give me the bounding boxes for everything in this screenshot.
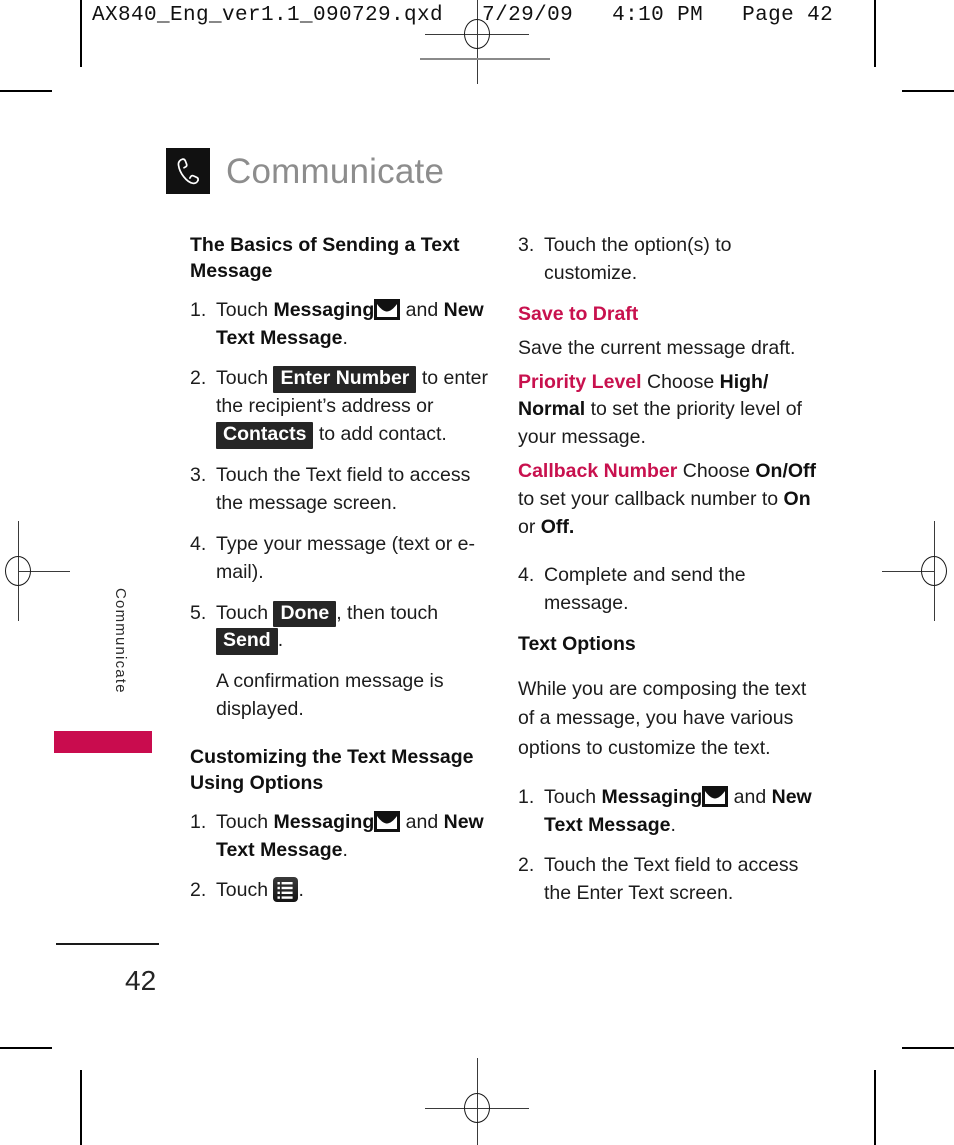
list-item-step-2: 2. Touch Enter Number to enter the recipi… [190, 365, 490, 449]
folio-rule [56, 943, 159, 945]
step-text-b: and [400, 298, 444, 321]
list-item-option-step-2: 2. Touch . [190, 877, 490, 905]
option-priority-level: Priority Level Choose High/ Normal to se… [518, 369, 818, 453]
list-item-step-3: 3. Touch the Text field to access the mes… [190, 462, 490, 518]
step-text-b: and [400, 810, 444, 833]
list-item-option-step-1: 1. Touch Messaging and New Text Message. [518, 784, 818, 840]
text-options-intro: While you are composing the text of a me… [518, 677, 807, 760]
crop-mark-bottom-right [902, 1047, 954, 1049]
side-tab-label: Communicate [112, 588, 129, 694]
step-text-b: , then touch [336, 601, 439, 624]
list-item-option-step-1: 1. Touch Messaging and New Text Message. [190, 809, 490, 865]
option-label-priority-level: Priority Level [518, 370, 642, 393]
step-text-a: Touch [216, 601, 274, 624]
step-text-c: . [277, 629, 284, 652]
left-column: The Basics of Sending a Text Message 1. T… [190, 232, 490, 918]
crop-mark-top-right [902, 90, 954, 92]
step-text-c: . [670, 813, 676, 836]
step-number: 3. [190, 464, 207, 486]
step-bold-messaging: Messaging [273, 298, 375, 321]
chip-enter-number[interactable]: Enter Number [273, 366, 417, 393]
registration-mark-left [0, 521, 70, 621]
option-text-a: Choose [641, 370, 720, 393]
step-number: 5. [190, 601, 207, 624]
step-number: 3. [518, 234, 535, 256]
option-text-a: Choose [677, 460, 756, 483]
chapter-title: Communicate [226, 151, 445, 191]
step-text-c: . [342, 838, 348, 861]
step-number: 1. [190, 298, 207, 321]
heading-text-options: Text Options [518, 632, 636, 655]
step-text-b: and [728, 785, 772, 808]
slug-underline [420, 58, 550, 60]
registration-mark-right [882, 521, 954, 621]
crop-mark-bottom-left [0, 1047, 52, 1049]
step-text-a: Touch [544, 785, 602, 808]
step-text-c: to add contact. [313, 423, 447, 446]
step-text-c: . [342, 326, 348, 349]
step-text-a: Touch [216, 810, 274, 833]
step-number: 1. [190, 810, 207, 833]
step-text-a: Touch [216, 367, 274, 390]
right-column: 3. Touch the option(s) to customize. Save… [518, 232, 818, 921]
heading-customizing-text-message: Customizing the Text Message Using Optio… [190, 746, 474, 795]
step-number: 1. [518, 785, 535, 808]
trim-line-right-bottom [874, 1070, 876, 1145]
messaging-envelope-icon [374, 810, 401, 832]
step-number: 2. [190, 367, 207, 390]
crop-mark-top-left [0, 90, 52, 92]
list-item-step-3: 3. Touch the option(s) to customize. [518, 232, 818, 288]
step-text-a: Touch [216, 298, 274, 321]
option-save-to-draft-description: Save the current message draft. [518, 336, 796, 359]
chip-contacts[interactable]: Contacts [216, 422, 314, 449]
list-item-step-4: 4. Complete and send the message. [518, 562, 818, 618]
step-text: Touch the option(s) to customize. [544, 234, 732, 284]
option-label-save-to-draft: Save to Draft [518, 302, 639, 325]
option-text-c: or [518, 515, 541, 538]
messaging-envelope-icon [374, 298, 401, 320]
phone-handset-icon [166, 148, 210, 194]
step-text: Type your message (text or e-mail). [216, 532, 476, 583]
heading-basics-of-sending: The Basics of Sending a Text Message [190, 234, 460, 283]
option-save-to-draft: Save to Draft [518, 301, 818, 329]
step-text: Touch the Text field to access the Enter… [544, 854, 799, 905]
chip-send[interactable]: Send [216, 628, 278, 655]
list-item-option-step-2: 2. Touch the Text field to access the Ent… [518, 852, 818, 908]
list-item-step-5: 5. Touch Done, then touch Send. [190, 600, 490, 656]
options-list-icon [273, 877, 299, 903]
step-bold-messaging: Messaging [273, 810, 375, 833]
step-number: 4. [518, 563, 535, 586]
trim-line-right-top [874, 0, 876, 67]
list-item-step-4: 4. Type your message (text or e-mail). [190, 531, 490, 587]
trim-line-left-bottom [80, 1070, 82, 1145]
trim-line-left-top [80, 0, 82, 67]
step-text: Touch the Text field to access the messa… [216, 464, 471, 514]
registration-mark-bottom [425, 1058, 529, 1145]
option-text-b: to set your callback number to [518, 488, 784, 510]
print-slug-line: AX840_Eng_ver1.1_090729.qxd 7/29/09 4:10… [92, 4, 834, 27]
chip-done[interactable]: Done [273, 600, 337, 627]
side-tab-bar [54, 731, 152, 753]
chapter-title-block: Communicate [166, 148, 444, 194]
step-text-b: . [298, 879, 304, 902]
step-number: 2. [190, 879, 207, 902]
option-callback-number: Callback Number Choose On/Off to set you… [518, 458, 818, 542]
page-number: 42 [125, 965, 157, 996]
manual-page: AX840_Eng_ver1.1_090729.qxd 7/29/09 4:10… [0, 0, 954, 1145]
option-bold-off: Off. [540, 515, 575, 538]
step-number: 2. [518, 854, 535, 877]
step-text: Complete and send the message. [544, 563, 746, 614]
step-number: 4. [190, 532, 207, 555]
confirmation-note: A confirmation message is displayed. [216, 670, 444, 721]
option-bold-on: On [783, 488, 811, 510]
option-bold-on-off: On/Off [755, 460, 817, 483]
step-bold-messaging: Messaging [601, 785, 703, 808]
list-item-step-1: 1. Touch Messaging and New Text Message. [190, 297, 490, 353]
step-text-a: Touch [216, 879, 274, 902]
messaging-envelope-icon [702, 785, 729, 807]
option-label-callback-number: Callback Number [518, 460, 678, 483]
